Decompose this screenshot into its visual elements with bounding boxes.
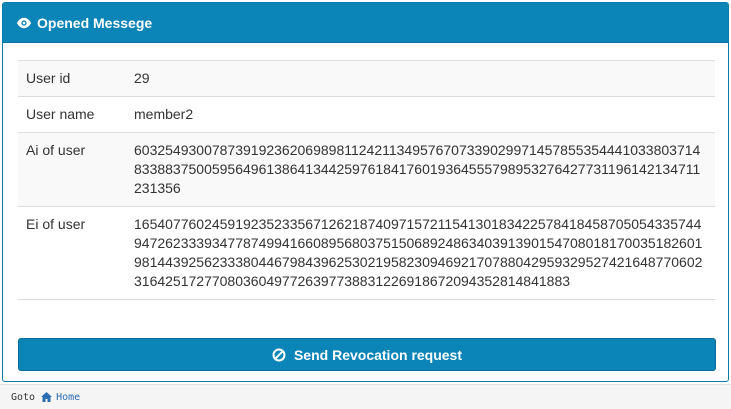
row-label: Ai of user: [26, 142, 86, 158]
home-link[interactable]: Home: [41, 392, 80, 403]
user-info-table: User id 29 User name member2 Ai of user …: [18, 60, 715, 300]
row-value: member2: [134, 106, 194, 122]
row-value: 29: [134, 70, 150, 86]
panel-title: Opened Messege: [37, 14, 153, 31]
goto-label: Goto: [11, 391, 36, 403]
row-value: 6032549300787391923620698981124211349576…: [134, 142, 701, 196]
home-icon: [41, 392, 53, 402]
message-panel: Opened Messege User id 29 User name memb…: [2, 2, 729, 382]
footer: Goto Home: [0, 384, 731, 409]
home-link-label: Home: [56, 391, 81, 403]
table-row: User name member2: [18, 96, 715, 133]
table-row: User id 29: [18, 60, 715, 97]
send-revocation-button[interactable]: Send Revocation request: [18, 338, 716, 371]
panel-heading: Opened Messege: [3, 3, 728, 43]
eye-icon: [17, 17, 31, 28]
row-label: User name: [26, 106, 95, 122]
row-label: Ei of user: [26, 216, 86, 232]
row-label: User id: [26, 70, 71, 86]
ban-icon: [272, 348, 286, 361]
table-row: Ai of user 60325493007873919236206989811…: [18, 132, 715, 207]
table-row: Ei of user 16540776024591923523356712621…: [18, 206, 715, 300]
send-revocation-label: Send Revocation request: [293, 346, 463, 363]
row-value: 1654077602459192352335671262187409715721…: [134, 216, 703, 289]
